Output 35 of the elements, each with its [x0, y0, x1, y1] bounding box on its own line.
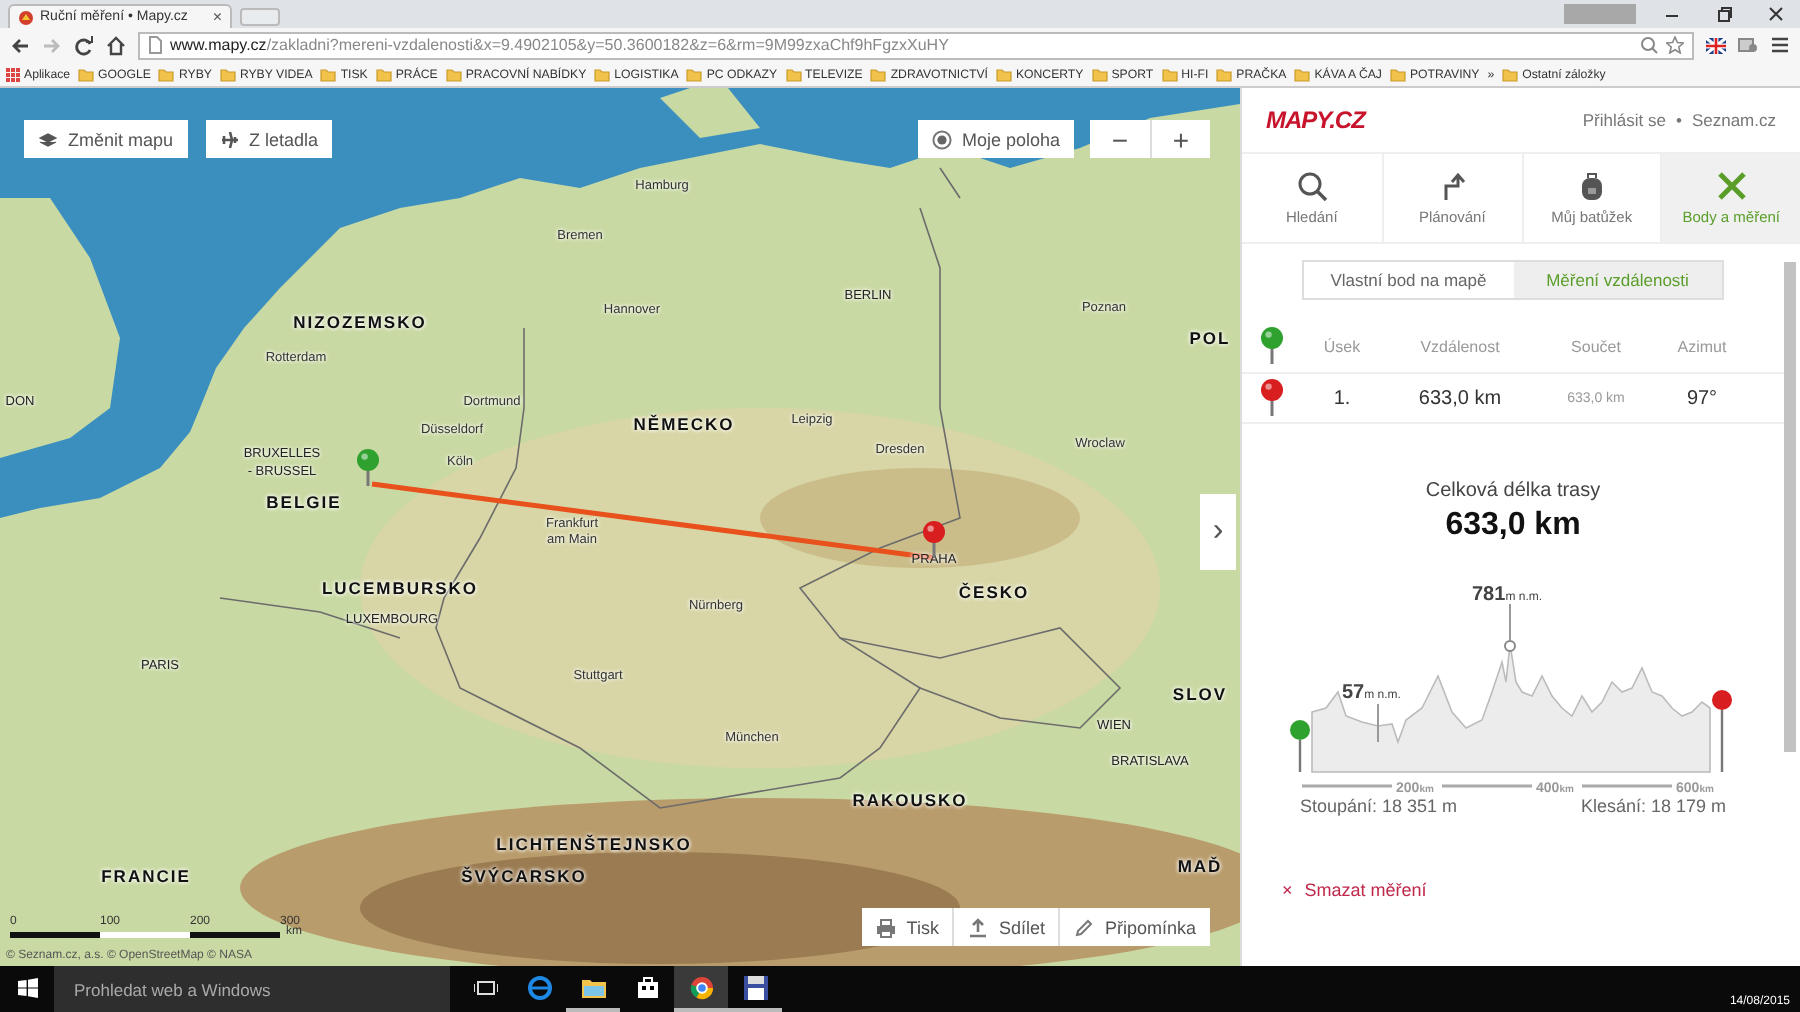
total-label: Celková délka trasy — [1425, 480, 1601, 502]
portal-link[interactable]: Seznam.cz — [1691, 110, 1776, 130]
total-value: 633,0 km — [1445, 508, 1581, 544]
table-cell-text: 1. — [1331, 387, 1353, 409]
column-header: Součet — [1569, 337, 1623, 355]
country-label: SLOV — [1172, 684, 1228, 704]
country-label: RAKOUSKO — [852, 790, 968, 810]
table-cell-text: 633,0 km — [1416, 387, 1504, 409]
country-label: NIZOZEMSKO — [293, 312, 427, 332]
table-cell-text: 97° — [1684, 387, 1720, 409]
country-label: ŠVÝCARSKO — [461, 866, 587, 886]
country-label: POL — [1189, 328, 1231, 348]
search-field[interactable]: Prohledat web a Windows — [54, 966, 450, 1012]
country-label: ČESKO — [958, 582, 1030, 602]
address-bar[interactable]: www.mapy.cz/zakladni?mereni-vzdalenosti&x=9.4902105&y=50.3600182&z=6&rm=9M99zxaChf9hFgzxXuHY — [138, 31, 1694, 59]
country-label: LUCEMBURSKO — [321, 578, 479, 598]
column-header: Azimut — [1675, 337, 1729, 355]
country-label: MAĎ — [1177, 856, 1223, 876]
my-location-button[interactable]: Moje poloha — [917, 120, 1074, 158]
close-button[interactable]: × — [212, 9, 222, 25]
logo[interactable]: MAPY.CZ — [1266, 106, 1365, 134]
map-tool-button[interactable]: Změnit mapu — [24, 120, 188, 158]
country-label: NĚMECKO — [633, 414, 735, 434]
login-link[interactable]: Přihlásit se — [1582, 110, 1666, 130]
separator-dot: • — [1675, 110, 1682, 130]
map-tool-button[interactable]: Z letadla — [205, 120, 333, 158]
column-header: Vzdálenost — [1418, 337, 1502, 355]
country-label: FRANCIE — [101, 866, 191, 886]
ascent-text: Stoupání: 18 351 m — [1300, 796, 1458, 816]
country-label: LICHTENŠTEJNSKO — [496, 834, 692, 854]
delete-measurement-button[interactable]: × Smazat měření — [1282, 880, 1427, 900]
descent-text: Klesání: 18 179 m — [1580, 796, 1726, 816]
column-header: Úsek — [1321, 337, 1363, 355]
country-label: BELGIE — [266, 492, 342, 512]
expand-panel-button[interactable]: › — [1200, 494, 1236, 570]
